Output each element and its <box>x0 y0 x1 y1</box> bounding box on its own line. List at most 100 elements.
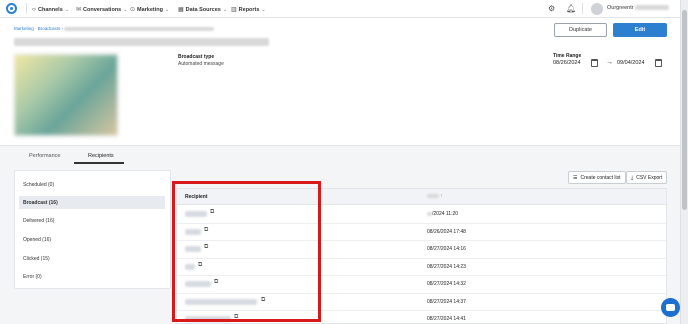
tab-recipients[interactable]: Recipients <box>88 153 114 159</box>
org-name[interactable]: Ourgreentr <box>607 5 670 11</box>
time-range-label: Time Range <box>553 53 582 59</box>
recipient-name-blurred <box>185 228 201 235</box>
breadcrumb[interactable]: Marketing · Broadcasts › <box>14 26 215 31</box>
calendar-icon[interactable] <box>655 59 662 67</box>
broadcast-thumbnail <box>14 54 118 136</box>
recipient-name-blurred <box>185 298 257 305</box>
column-header-sent-blurred <box>427 193 439 198</box>
nav-marketing[interactable]: ⊙ Marketing ⌄ <box>130 5 169 14</box>
sent-time: 08/26/2024 17:48 <box>427 228 466 235</box>
download-icon: ⤓ <box>631 174 634 181</box>
nav-data-sources[interactable]: ▦ Data Sources ⌄ <box>178 5 227 14</box>
table-row[interactable]: ⧉ 08/27/2024 14:41 <box>177 311 666 324</box>
csv-export-label: CSV Export <box>636 174 663 181</box>
chevron-down-icon: ⌄ <box>261 6 266 13</box>
external-link-icon[interactable]: ⧉ <box>234 314 238 321</box>
filter-broadcast[interactable]: Broadcast (16) <box>19 196 165 209</box>
nav-conversations-label: Conversations <box>83 6 122 13</box>
chart-icon: ▥ <box>231 7 237 13</box>
scrollbar-thumb[interactable] <box>682 10 687 210</box>
sent-time: 08/27/2024 14:32 <box>427 281 466 287</box>
top-nav: ‹› Channels ⌄ ✉ Conversations ⌄ ⊙ Market… <box>0 0 680 18</box>
recipient-name-blurred <box>185 316 231 322</box>
nav-divider <box>582 3 583 14</box>
nav-divider <box>26 3 27 14</box>
nav-conversations[interactable]: ✉ Conversations ⌄ <box>76 5 127 14</box>
table-row[interactable]: ⧉ /2024 11:20 <box>177 206 666 224</box>
create-contact-list-label: Create contact list <box>580 174 621 181</box>
arrow-right-icon: → <box>606 59 613 66</box>
external-link-icon[interactable]: ⧉ <box>204 244 208 251</box>
end-date-field[interactable]: 09/04/2024 <box>617 60 645 66</box>
external-link-icon[interactable]: ⧉ <box>198 262 202 269</box>
filter-scheduled[interactable]: Scheduled (0) <box>19 178 165 191</box>
edit-button[interactable]: Edit <box>613 23 667 37</box>
recipient-name-blurred <box>185 246 201 252</box>
create-contact-list-button[interactable]: ☰ Create contact list <box>568 171 626 184</box>
bell-icon[interactable]: 🔔︎ <box>566 4 576 13</box>
chevron-down-icon: ⌄ <box>222 6 228 13</box>
breadcrumb-blurred <box>64 26 215 31</box>
duplicate-button[interactable]: Duplicate <box>554 23 607 37</box>
sent-time: 08/27/2024 14:23 <box>427 263 466 270</box>
chevron-down-icon: ⌄ <box>165 6 170 13</box>
filter-delivered[interactable]: Delivered (16) <box>19 214 165 227</box>
org-name-label: Ourgreentr <box>607 5 634 11</box>
chat-bubble-icon <box>666 304 675 311</box>
csv-export-button[interactable]: ⤓ CSV Export <box>626 171 668 184</box>
broadcast-type-label: Broadcast type <box>178 54 215 60</box>
nav-marketing-label: Marketing <box>137 6 164 13</box>
recipient-name-blurred <box>185 211 207 217</box>
table-row[interactable]: ⧉ 08/27/2024 14:23 <box>177 259 666 276</box>
broadcast-type-value: Automated message <box>178 61 224 67</box>
page-title <box>14 38 269 46</box>
filter-error[interactable]: Error (0) <box>19 270 165 283</box>
chat-widget-button[interactable] <box>661 298 680 317</box>
nav-channels[interactable]: ‹› Channels ⌄ <box>32 5 69 14</box>
table-row[interactable]: ⧉ 08/26/2024 17:48 <box>177 224 666 241</box>
list-add-icon: ☰ <box>573 174 578 181</box>
recipient-filter-list: Scheduled (0) Broadcast (16) Delivered (… <box>14 170 171 289</box>
external-link-icon[interactable]: ⧉ <box>261 297 265 304</box>
chevron-down-icon: ⌄ <box>123 6 128 13</box>
nav-reports-label: Reports <box>238 6 260 13</box>
broadcast-icon: ⊙ <box>130 7 136 13</box>
breadcrumb-text: Marketing · Broadcasts › <box>14 26 64 31</box>
sent-time: /2024 11:20 <box>427 211 458 217</box>
filter-clicked[interactable]: Clicked (15) <box>19 252 165 265</box>
start-date-field[interactable]: 08/26/2024 <box>553 60 581 66</box>
page-scrollbar[interactable] <box>680 0 688 324</box>
external-link-icon[interactable]: ⧉ <box>214 279 218 286</box>
sent-time: 08/27/2024 14:41 <box>427 316 466 322</box>
column-header-recipient[interactable]: Recipient <box>185 194 208 200</box>
active-tab-indicator <box>74 162 124 164</box>
broadcast-header: Marketing · Broadcasts › Broadcast type … <box>0 18 680 146</box>
filter-opened[interactable]: Opened (16) <box>19 233 165 246</box>
tab-performance[interactable]: Performance <box>29 153 61 159</box>
grid-icon: ▦ <box>178 7 184 13</box>
nav-reports[interactable]: ▥ Reports ⌄ <box>231 5 266 14</box>
recipient-name-blurred <box>185 263 195 270</box>
app-logo-icon[interactable] <box>6 3 17 14</box>
recipients-table: Recipient ↑ ⧉ /2024 11:20 ⧉ 08/26/2024 1… <box>176 188 667 324</box>
avatar[interactable] <box>591 3 603 15</box>
code-icon: ‹› <box>32 6 36 13</box>
nav-channels-label: Channels <box>38 6 63 13</box>
table-row[interactable]: ⧉ 08/27/2024 14:32 <box>177 276 666 294</box>
table-row[interactable]: ⧉ 08/27/2024 14:37 <box>177 294 666 311</box>
table-row[interactable]: ⧉ 08/27/2024 14:16 <box>177 241 666 259</box>
chevron-down-icon: ⌄ <box>64 6 69 13</box>
sent-time-text: /2024 11:20 <box>432 211 459 217</box>
table-header: Recipient ↑ <box>177 189 666 205</box>
external-link-icon[interactable]: ⧉ <box>210 209 214 216</box>
column-header-sent[interactable]: ↑ <box>427 193 443 199</box>
chat-icon: ✉ <box>76 7 82 13</box>
org-name-blurred <box>635 5 670 11</box>
settings-icon[interactable]: ⚙ <box>548 4 555 13</box>
sent-time: 08/27/2024 14:37 <box>427 298 466 305</box>
calendar-icon[interactable] <box>591 59 598 67</box>
nav-data-sources-label: Data Sources <box>185 6 221 13</box>
external-link-icon[interactable]: ⧉ <box>204 227 208 234</box>
sort-ascending-icon: ↑ <box>440 193 443 199</box>
sent-time-blurred <box>427 211 432 216</box>
